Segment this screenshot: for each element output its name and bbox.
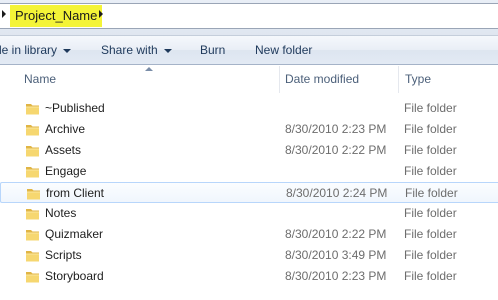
folder-icon: [26, 209, 39, 220]
file-name: Engage: [45, 164, 87, 178]
file-name: Scripts: [45, 248, 82, 262]
address-bar: Project_Name: [0, 0, 498, 36]
file-type: File folder: [404, 164, 457, 178]
sort-ascending-icon: [145, 67, 153, 71]
column-header-type[interactable]: Type: [405, 66, 431, 93]
folder-icon: [26, 251, 39, 262]
file-type: File folder: [404, 143, 457, 157]
file-type: File folder: [404, 101, 457, 115]
file-type: File folder: [405, 186, 458, 200]
folder-icon: [27, 189, 40, 200]
command-bar: le in library Share with Burn New folder: [0, 36, 498, 65]
new-folder-button[interactable]: New folder: [255, 36, 312, 64]
file-row[interactable]: ~Published File folder: [0, 98, 498, 119]
include-in-library-button[interactable]: le in library: [0, 36, 72, 64]
file-row-selected[interactable]: from Client 8/30/2010 2:24 PM File folde…: [0, 182, 498, 203]
folder-icon: [26, 167, 39, 178]
file-date: 8/30/2010 2:23 PM: [285, 269, 387, 283]
folder-icon: [26, 104, 39, 115]
file-name: Archive: [45, 122, 86, 136]
file-name: Quizmaker: [45, 227, 104, 241]
file-date: 8/30/2010 2:22 PM: [285, 143, 387, 157]
chevron-down-icon: [163, 48, 172, 53]
file-name: Notes: [45, 206, 77, 220]
file-name: Assets: [45, 143, 82, 157]
folder-icon: [26, 125, 39, 136]
file-date: 8/30/2010 3:49 PM: [285, 248, 387, 262]
file-name: ~Published: [45, 101, 105, 115]
folder-icon: [26, 230, 39, 241]
chevron-right-icon[interactable]: [2, 10, 6, 18]
file-type: File folder: [404, 206, 457, 220]
breadcrumb-project-name[interactable]: Project_Name: [10, 5, 103, 27]
file-date: 8/30/2010 2:24 PM: [286, 186, 388, 200]
include-in-library-label: le in library: [0, 43, 58, 57]
file-row[interactable]: Archive 8/30/2010 2:23 PM File folder: [0, 119, 498, 140]
file-list: ~Published File folder Archive 8/30/2010…: [0, 98, 498, 288]
file-type: File folder: [404, 269, 457, 283]
chevron-down-icon: [63, 48, 72, 53]
file-row[interactable]: Storyboard 8/30/2010 2:23 PM File folder: [0, 266, 498, 287]
file-row[interactable]: Engage File folder: [0, 161, 498, 182]
column-divider[interactable]: [398, 66, 399, 93]
file-date: 8/30/2010 2:23 PM: [285, 122, 387, 136]
column-header-date-modified[interactable]: Date modified: [285, 66, 359, 93]
file-type: File folder: [404, 248, 457, 262]
file-type: File folder: [404, 122, 457, 136]
share-with-button[interactable]: Share with: [101, 36, 172, 64]
folder-icon: [26, 146, 39, 157]
file-name: from Client: [46, 186, 105, 200]
file-type: File folder: [404, 227, 457, 241]
file-row[interactable]: Assets 8/30/2010 2:22 PM File folder: [0, 140, 498, 161]
file-row[interactable]: Scripts 8/30/2010 3:49 PM File folder: [0, 245, 498, 266]
chevron-right-icon[interactable]: [99, 10, 103, 18]
file-row[interactable]: Notes File folder: [0, 203, 498, 224]
file-name: Storyboard: [45, 269, 104, 283]
column-header-row: Name Date modified Type: [0, 66, 498, 93]
column-header-name[interactable]: Name: [24, 66, 56, 93]
burn-button[interactable]: Burn: [200, 36, 225, 64]
file-date: 8/30/2010 2:22 PM: [285, 227, 387, 241]
folder-icon: [26, 272, 39, 283]
column-divider[interactable]: [279, 66, 280, 93]
share-with-label: Share with: [101, 43, 158, 57]
file-row[interactable]: Quizmaker 8/30/2010 2:22 PM File folder: [0, 224, 498, 245]
